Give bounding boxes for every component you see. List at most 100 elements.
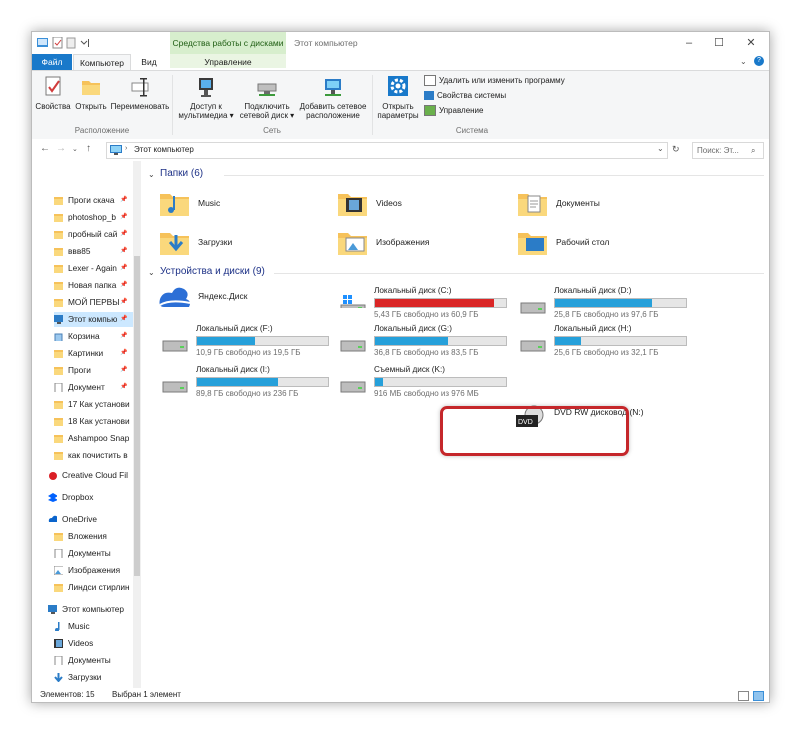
forward-icon[interactable]: → [56, 143, 66, 154]
nav-item-quick[interactable]: 18 Как установи [54, 414, 136, 429]
nav-item-quick[interactable]: 17 Как установи [54, 397, 136, 412]
nav-item-onedrive[interactable]: OneDrive [48, 512, 136, 527]
uninstall-program-item[interactable]: Удалить или изменить программу [424, 75, 565, 87]
nav-item-onedrive-child[interactable]: Изображения [54, 563, 136, 578]
drive-label: Локальный диск (I:) [196, 365, 270, 374]
folder-item[interactable]: Загрузки [158, 227, 318, 263]
nav-item-dropbox[interactable]: Dropbox [48, 490, 136, 505]
nav-item-label: Этот компью [68, 314, 118, 324]
nav-item-quick[interactable]: Ashampoo Snap [54, 431, 136, 446]
media-access-button[interactable]: Доступ к мультимедиа ▾ [176, 75, 236, 120]
drive-item[interactable]: Локальный диск (I:) 89,8 ГБ свободно из 2… [158, 365, 333, 405]
nav-item-label: Проги [68, 365, 91, 375]
folder-item[interactable]: Videos [336, 188, 496, 224]
minimize-icon[interactable]: – [682, 36, 696, 50]
drive-item[interactable]: Локальный диск (G:) 36,8 ГБ свободно из 8… [336, 324, 511, 364]
collapse-chevron-icon[interactable]: ⌄ [148, 170, 155, 179]
nav-item-label: OneDrive [62, 514, 98, 524]
search-input[interactable]: Поиск: Эт... ⌕ [692, 142, 764, 159]
folder-open-icon [82, 81, 100, 95]
add-network-location-button[interactable]: Добавить сетевое расположение [298, 75, 368, 120]
tab-manage[interactable]: Управление [170, 54, 286, 70]
up-icon[interactable]: ↑ [86, 143, 91, 154]
status-bar: Элементов: 15 Выбран 1 элемент [32, 688, 769, 702]
tab-computer[interactable]: Компьютер [73, 54, 131, 70]
address-input[interactable]: › Этот компьютер ⌄ [106, 142, 668, 159]
ribbon: Свойства Открыть Переименовать Расположе… [32, 70, 769, 140]
open-settings-button[interactable]: Открыть параметры [374, 75, 422, 120]
network-location-icon [325, 79, 341, 96]
quick-access-toolbar[interactable] [37, 37, 97, 49]
hard-drive-icon [340, 340, 366, 352]
nav-item-this-pc-child[interactable]: Music [54, 619, 136, 634]
hard-drive-icon [162, 340, 188, 352]
open-button[interactable]: Открыть [72, 75, 110, 111]
tiles-view-icon[interactable] [753, 691, 764, 701]
back-icon[interactable]: ← [40, 143, 50, 154]
nav-item-this-pc[interactable]: Этот компьютер [48, 602, 136, 617]
nav-item-label: Новая папка [68, 280, 117, 290]
properties-button[interactable]: Свойства [34, 75, 72, 111]
nav-item-onedrive-child[interactable]: Документы [54, 546, 136, 561]
nav-item-label: photoshop_b [68, 212, 116, 222]
drive-item[interactable]: Локальный диск (F:) 10,9 ГБ свободно из 1… [158, 324, 333, 364]
folder-item[interactable]: Music [158, 188, 318, 224]
nav-item-label: Корзина [68, 331, 100, 341]
rename-button[interactable]: Переименовать [110, 75, 170, 111]
drive-item[interactable]: Локальный диск (C:) 5,43 ГБ свободно из 6… [336, 286, 511, 326]
refresh-icon[interactable]: ↻ [672, 144, 680, 155]
nav-item-label: Линдси стирлин [68, 582, 130, 592]
navigation-pane: Проги скача 📌 photoshop_b 📌 пробный сай 📌 ввв8… [32, 161, 142, 688]
nav-item-quick[interactable]: как почистить в [54, 448, 136, 463]
system-properties-icon [424, 91, 434, 101]
tab-view[interactable]: Вид [132, 54, 166, 70]
scrollbar-thumb[interactable] [134, 256, 140, 576]
drive-item[interactable]: Локальный диск (D:) 25,8 ГБ свободно из 9… [516, 286, 691, 326]
help-icon[interactable]: ? [754, 56, 764, 66]
content-pane: ⌄ Папки (6) Music Videos Документы Загрузки… [144, 161, 769, 688]
nav-scrollbar[interactable] [133, 161, 141, 688]
devices-group-header[interactable]: Устройства и диски (9) [160, 266, 265, 277]
pin-icon: 📌 [120, 214, 128, 220]
chevron-down-icon[interactable]: ⌄ [740, 57, 747, 66]
yandex-disk-item[interactable]: Яндекс.Диск [158, 281, 318, 317]
close-icon[interactable]: ✕ [744, 36, 758, 50]
nav-item-this-pc-child[interactable]: Videos [54, 636, 136, 651]
nav-item-label: Документы [68, 548, 111, 558]
map-network-drive-button[interactable]: Подключить сетевой диск ▾ [236, 75, 298, 120]
folder-item[interactable]: Изображения [336, 227, 496, 263]
system-properties-item[interactable]: Свойства системы [424, 90, 506, 102]
drive-usage-bar [196, 336, 329, 346]
drive-item[interactable]: Съемный диск (K:) 916 МБ свободно из 976 … [336, 365, 511, 405]
drive-free-space: 36,8 ГБ свободно из 83,5 ГБ [374, 348, 479, 357]
manage-item[interactable]: Управление [424, 105, 483, 117]
folder-icon [54, 584, 63, 593]
address-dropdown-icon[interactable]: ⌄ [657, 144, 664, 153]
folder-label: Videos [376, 198, 402, 208]
folder-item[interactable]: Документы [516, 188, 676, 224]
collapse-chevron-icon[interactable]: ⌄ [148, 268, 155, 277]
drive-item[interactable]: Локальный диск (H:) 25,6 ГБ свободно из 3… [516, 324, 691, 364]
maximize-icon[interactable]: ☐ [712, 36, 726, 50]
nav-item-this-pc-child[interactable]: Загрузки [54, 670, 136, 685]
ribbon-tabs: Файл Компьютер Вид Управление ⌄ ? [32, 54, 769, 70]
drive-usage-bar [554, 298, 687, 308]
folder-icon [54, 401, 63, 410]
drive-usage-fill [375, 337, 449, 345]
details-view-icon[interactable] [738, 691, 749, 701]
context-tab-disk-tools[interactable]: Средства работы с дисками [170, 32, 286, 54]
folder-item[interactable]: Рабочий стол [516, 227, 676, 263]
nav-item-label: Этот компьютер [62, 604, 125, 614]
image-icon [54, 566, 63, 576]
search-placeholder: Поиск: Эт... [697, 146, 739, 155]
nav-item-onedrive-child[interactable]: Линдси стирлин [54, 580, 136, 595]
nav-item-creative-cloud[interactable]: Creative Cloud Fil [48, 468, 136, 483]
nav-item-this-pc-child[interactable]: Документы [54, 653, 136, 668]
nav-item-onedrive-child[interactable]: Вложения [54, 529, 136, 544]
tab-file[interactable]: Файл [32, 54, 72, 70]
nav-item-label: Документ [68, 382, 105, 392]
folder-icon [518, 233, 547, 255]
nav-item-label: Lexer - Again [68, 263, 117, 273]
folders-group-header[interactable]: Папки (6) [160, 168, 203, 179]
recent-chevron-icon[interactable]: ⌄ [72, 145, 78, 153]
